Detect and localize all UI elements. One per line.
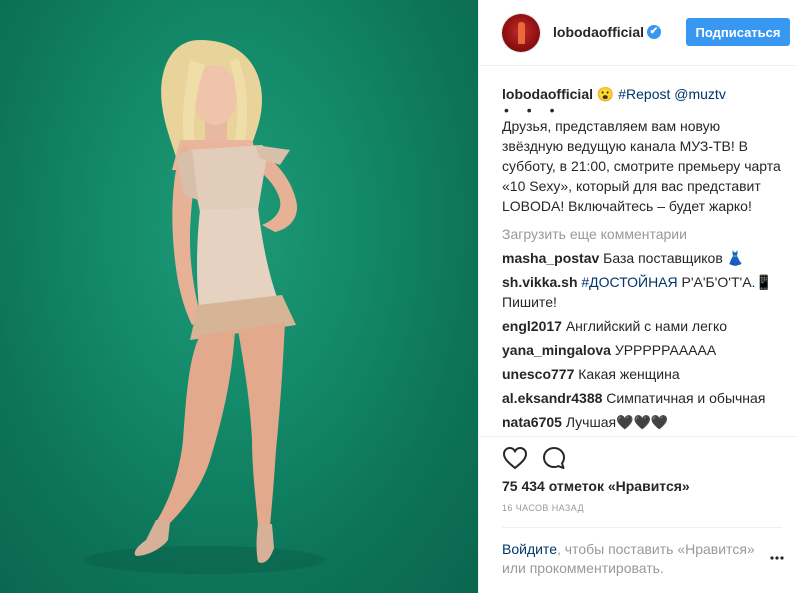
woman-figure-illustration: [85, 40, 325, 574]
comment-text: Симпатичная и обычная: [606, 390, 766, 406]
comment-username[interactable]: yana_mingalova: [502, 342, 611, 358]
post-caption: lobodaofficial 😮 #Repost @muztv • • • Др…: [502, 84, 784, 216]
comment-username[interactable]: al.eksandr4388: [502, 390, 602, 406]
caption-username[interactable]: lobodaofficial: [502, 86, 593, 102]
post-photo[interactable]: [0, 0, 478, 593]
comment-username[interactable]: nata6705: [502, 414, 562, 430]
likes-count[interactable]: 75 434 отметок «Нравится»: [502, 478, 690, 494]
verified-badge-icon: ✔: [647, 25, 661, 39]
comment-item: unesco777 Какая женщина: [502, 364, 784, 384]
login-divider: [502, 527, 782, 528]
header-username[interactable]: lobodaofficial: [553, 24, 644, 40]
profile-avatar[interactable]: [502, 14, 540, 52]
load-more-comments-link[interactable]: Загрузить еще комментарии: [502, 224, 784, 244]
login-prompt: Войдите, чтобы поставить «Нравится» или …: [502, 540, 762, 578]
comment-username[interactable]: masha_postav: [502, 250, 599, 266]
actions-divider: [479, 436, 796, 438]
caption-hashtag[interactable]: #Repost: [618, 86, 670, 102]
comment-hashtag[interactable]: #ДОСТОЙНАЯ: [581, 274, 677, 290]
login-link[interactable]: Войдите: [502, 541, 557, 557]
comment-text: Какая женщина: [578, 366, 680, 382]
comments-list[interactable]: lobodaofficial 😮 #Repost @muztv • • • Др…: [502, 84, 784, 436]
comment-text: УРРРРРААААА: [614, 342, 717, 358]
caption-dots: • • •: [504, 102, 562, 118]
caption-mention[interactable]: @muztv: [674, 86, 726, 102]
comment-item: masha_postav База поставщиков 👗: [502, 248, 784, 268]
heart-icon[interactable]: [502, 446, 528, 470]
comment-username[interactable]: sh.vikka.sh: [502, 274, 578, 290]
comment-text: Английский с нами легко: [565, 318, 728, 334]
post-timestamp[interactable]: 16 ЧАСОВ НАЗАД: [502, 503, 584, 513]
follow-button[interactable]: Подписаться: [686, 18, 790, 46]
more-options-icon[interactable]: [770, 556, 784, 560]
caption-emoji: 😮: [596, 86, 615, 102]
comment-username[interactable]: unesco777: [502, 366, 574, 382]
comment-item: al.eksandr4388 Симпатичная и обычная: [502, 388, 784, 408]
post-side-panel: lobodaofficial ✔ Подписаться lobodaoffic…: [478, 0, 796, 593]
instagram-post: lobodaofficial ✔ Подписаться lobodaoffic…: [0, 0, 796, 593]
comment-username[interactable]: engl2017: [502, 318, 562, 334]
comment-item: yana_mingalova УРРРРРААААА: [502, 340, 784, 360]
comment-text: Лучшая🖤🖤🖤: [565, 414, 669, 430]
comment-icon[interactable]: [542, 446, 566, 470]
post-header: lobodaofficial ✔ Подписаться: [479, 0, 796, 66]
comment-item: nata6705 Лучшая🖤🖤🖤: [502, 412, 784, 432]
comment-text: База поставщиков 👗: [603, 250, 745, 266]
comment-item: sh.vikka.sh #ДОСТОЙНАЯ Р'А'Б'О'Т'А.📱 Пиш…: [502, 272, 784, 312]
comment-item: engl2017 Английский с нами легко: [502, 316, 784, 336]
caption-text: Друзья, представляем вам новую звёздную …: [502, 118, 781, 214]
